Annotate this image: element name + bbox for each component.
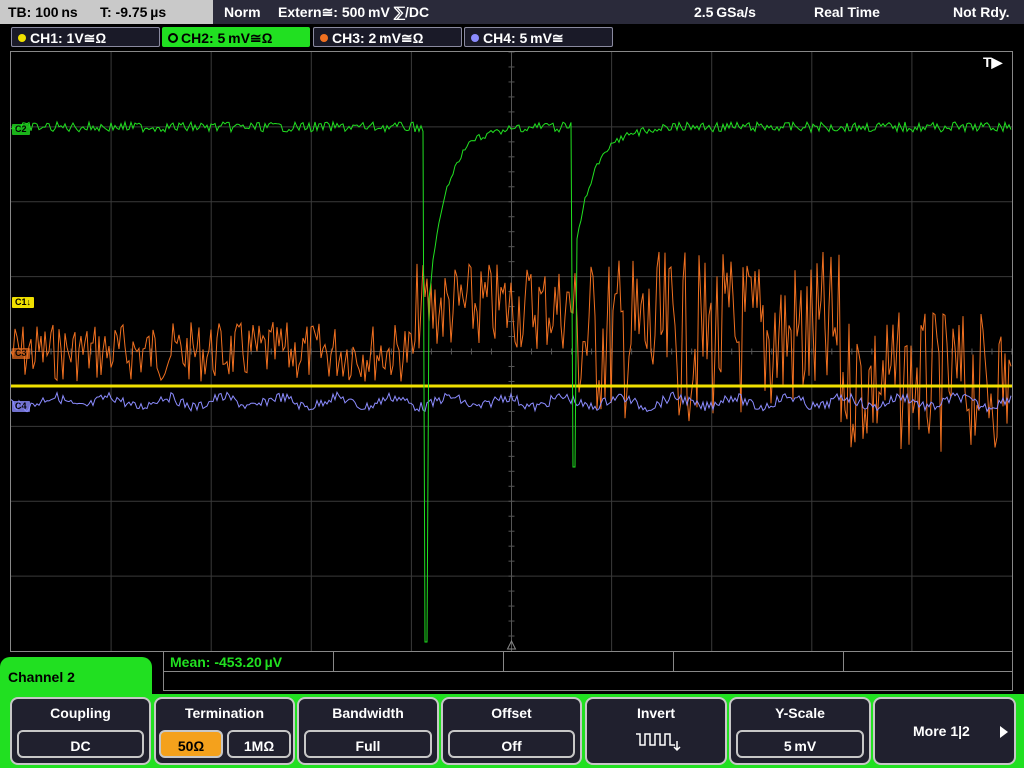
invert-waveform-icon — [636, 733, 681, 752]
yscale-title: Y-Scale — [775, 705, 825, 721]
trigger-mode-label[interactable]: Norm — [224, 0, 261, 24]
tab-channel-2[interactable]: CH2: 5 mV≅Ω — [162, 27, 310, 47]
measurement-cell — [504, 652, 674, 671]
measurement-divider — [164, 671, 1012, 672]
termination-softkey[interactable]: Termination 50Ω 1MΩ — [154, 697, 295, 765]
sample-rate-label: 2.5 GSa/s — [694, 4, 756, 20]
channel-2-dot-icon — [169, 34, 177, 43]
trigger-time-label: T: -9.75 µs — [100, 4, 167, 20]
acquisition-mode-label: Real Time — [814, 4, 880, 20]
yscale-value-button[interactable]: 5 mV — [736, 730, 864, 758]
termination-50-ohm-button[interactable]: 50Ω — [159, 730, 223, 758]
channel-2-offset-marker[interactable]: C2 — [12, 124, 30, 135]
bandwidth-softkey[interactable]: Bandwidth Full — [297, 697, 439, 765]
channel-1-dot-icon — [18, 34, 26, 43]
termination-1m-ohm-button[interactable]: 1MΩ — [227, 730, 291, 758]
coupling-value-button[interactable]: DC — [17, 730, 144, 758]
next-page-icon — [1000, 726, 1008, 738]
tab-channel-1-label: CH1: 1V≅Ω — [30, 30, 107, 46]
invert-title: Invert — [636, 705, 676, 721]
bandwidth-title: Bandwidth — [332, 705, 404, 721]
tab-channel-1[interactable]: CH1: 1V≅Ω — [11, 27, 160, 47]
yscale-softkey[interactable]: Y-Scale 5 mV — [729, 697, 871, 765]
status-label: Not Rdy. — [953, 4, 1010, 20]
waveform-grid — [11, 52, 1012, 651]
trigger-position-marker[interactable]: T▶ — [983, 54, 1002, 71]
offset-softkey[interactable]: Offset Off — [441, 697, 582, 765]
status-bar: TB: 100 ns T: -9.75 µs Norm Extern≅: 500… — [0, 0, 1024, 24]
channel-4-offset-marker[interactable]: C4 — [12, 401, 30, 412]
measurement-cell — [674, 652, 844, 671]
tab-channel-4[interactable]: CH4: 5 mV≅ — [464, 27, 613, 47]
tab-channel-2-label: CH2: 5 mV≅Ω — [181, 30, 273, 46]
waveform-display[interactable] — [10, 51, 1013, 652]
channel-1-offset-marker[interactable]: C1↓ — [12, 297, 35, 308]
offset-title: Offset — [491, 705, 532, 721]
timebase-label: TB: 100 ns — [8, 4, 78, 20]
coupling-softkey[interactable]: Coupling DC — [10, 697, 151, 765]
bandwidth-value-button[interactable]: Full — [304, 730, 432, 758]
more-label: More 1|2 — [913, 723, 970, 739]
termination-title: Termination — [184, 705, 265, 721]
tab-channel-4-label: CH4: 5 mV≅ — [483, 30, 564, 46]
invert-softkey[interactable]: Invert — [585, 697, 727, 765]
trigger-source-label[interactable]: Extern≅: 500 mV ⅀/DC — [278, 0, 429, 24]
channel-4-dot-icon — [471, 34, 479, 43]
more-softkey[interactable]: More 1|2 — [873, 697, 1016, 765]
tab-channel-3[interactable]: CH3: 2 mV≅Ω — [313, 27, 462, 47]
coupling-title: Coupling — [50, 705, 111, 721]
mean-measurement: Mean: -453.20 µV — [170, 654, 283, 670]
channel-3-dot-icon — [320, 34, 328, 43]
offset-value-button[interactable]: Off — [448, 730, 575, 758]
menu-title: Channel 2 — [0, 657, 152, 694]
channel-3-offset-marker[interactable]: C3 — [12, 348, 30, 359]
measurement-cell — [334, 652, 504, 671]
measurement-panel: Mean: -453.20 µV — [163, 651, 1013, 691]
tab-channel-3-label: CH3: 2 mV≅Ω — [332, 30, 424, 46]
timebase-box[interactable]: TB: 100 ns T: -9.75 µs — [0, 0, 213, 24]
